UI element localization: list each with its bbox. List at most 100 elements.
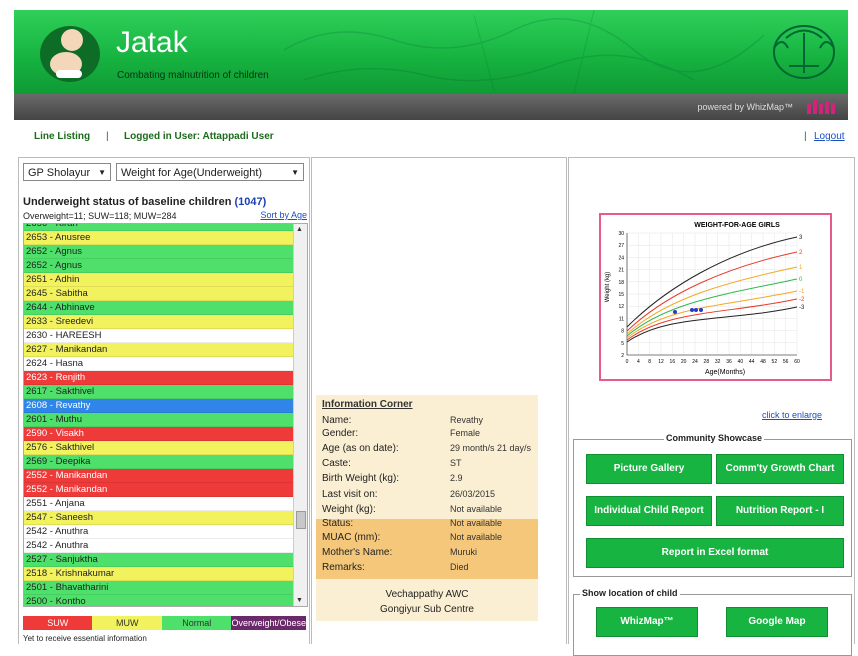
list-item[interactable]: 2651 - Adhin xyxy=(24,273,293,287)
list-item[interactable]: 2527 - Sanjuktha xyxy=(24,553,293,567)
community-growth-chart-button[interactable]: Comm'ty Growth Chart xyxy=(716,454,844,484)
top-nav: Line Listing | Logged in User: Attappadi… xyxy=(14,120,848,152)
list-item[interactable]: 2569 - Deepika xyxy=(24,455,293,469)
info-row: Name: Revathy xyxy=(322,415,536,428)
list-item[interactable]: 2627 - Manikandan xyxy=(24,343,293,357)
enlarge-chart-link[interactable]: click to enlarge xyxy=(762,410,822,420)
location-legend: Show location of child xyxy=(580,588,680,598)
z-score-curve xyxy=(626,290,798,339)
list-item[interactable]: 2623 - Renjith xyxy=(24,371,293,385)
logout-link[interactable]: Logout xyxy=(814,131,845,142)
whizmap-button[interactable]: WhizMap™ xyxy=(596,607,698,637)
list-item[interactable]: 2601 - Muthu xyxy=(24,413,293,427)
list-item[interactable]: 2542 - Anuthra xyxy=(24,525,293,539)
x-tick-label: 44 xyxy=(749,359,755,365)
y-tick-label: 5 xyxy=(621,341,624,347)
list-item[interactable]: 2630 - HAREESH xyxy=(24,329,293,343)
x-tick-label: 56 xyxy=(783,359,789,365)
info-value: Not available xyxy=(450,532,503,542)
list-item[interactable]: 2518 - Krishnakumar xyxy=(24,567,293,581)
list-item[interactable]: 2501 - Bhavatharini xyxy=(24,581,293,595)
indicator-select[interactable]: Weight for Age(Underweight) ▼ xyxy=(116,163,304,181)
excel-report-button[interactable]: Report in Excel format xyxy=(586,538,844,568)
info-key: Age (as on date): xyxy=(322,443,399,454)
list-item[interactable]: 2547 - Saneesh xyxy=(24,511,293,525)
google-map-button[interactable]: Google Map xyxy=(726,607,828,637)
x-tick-label: 28 xyxy=(704,359,710,365)
x-tick-label: 60 xyxy=(794,359,800,365)
legend-item: Overweight/Obese xyxy=(231,616,306,630)
info-key: Weight (kg): xyxy=(322,504,376,515)
sort-by-age-link[interactable]: Sort by Age xyxy=(260,210,307,220)
scroll-up-icon[interactable]: ▲ xyxy=(296,226,303,233)
y-tick-label: 15 xyxy=(618,292,624,298)
list-item[interactable]: 2551 - Anjana xyxy=(24,497,293,511)
y-tick-label: 8 xyxy=(621,329,624,335)
child-list[interactable]: 2656 - Kiran 2653 - Anusree 2652 - Agnus 26… xyxy=(23,223,308,607)
y-tick-label: 12 xyxy=(618,304,624,310)
list-scrollbar[interactable]: ▲ ▼ xyxy=(293,224,307,606)
community-showcase: Community Showcase Picture Gallery Comm'… xyxy=(573,433,852,577)
info-row: Gender: Female xyxy=(322,428,536,441)
x-tick-label: 12 xyxy=(658,359,664,365)
chart-ylabel: Weight (kg) xyxy=(605,272,611,303)
status-title-text: Underweight status of baseline children xyxy=(23,196,235,208)
individual-child-report-button[interactable]: Individual Child Report xyxy=(586,496,712,526)
info-value: 29 month/s 21 day/s xyxy=(450,443,532,453)
growth-chart[interactable]: WEIGHT-FOR-AGE GIRLS Weight (kg) Age(Mon… xyxy=(599,213,832,381)
y-tick-label: 21 xyxy=(618,268,624,274)
scroll-down-icon[interactable]: ▼ xyxy=(296,597,303,604)
baby-logo-icon xyxy=(40,26,100,82)
info-key: Remarks: xyxy=(322,562,365,573)
x-tick-label: 40 xyxy=(738,359,744,365)
z-score-curve xyxy=(626,266,798,335)
list-item[interactable]: 2576 - Sakthivel xyxy=(24,441,293,455)
info-key: Birth Weight (kg): xyxy=(322,473,400,484)
list-item[interactable]: 2552 - Manikandan xyxy=(24,469,293,483)
y-tick-label: 18 xyxy=(618,280,624,286)
subcentre-name: Gongiyur Sub Centre xyxy=(380,604,474,615)
z-score-label: -2 xyxy=(799,297,805,303)
list-item[interactable]: 2645 - Sabitha xyxy=(24,287,293,301)
info-row: Weight (kg): Not available xyxy=(322,504,536,517)
nutrition-report-button[interactable]: Nutrition Report - I xyxy=(716,496,844,526)
list-item[interactable]: 2644 - Abhinave xyxy=(24,301,293,315)
awc-name: Vechappathy AWC xyxy=(385,589,469,600)
list-item[interactable]: 2653 - Anusree xyxy=(24,231,293,245)
chevron-down-icon: ▼ xyxy=(98,168,106,177)
list-item[interactable]: 2633 - Sreedevi xyxy=(24,315,293,329)
y-tick-label: 11 xyxy=(619,316,624,322)
info-row: Birth Weight (kg): 2.9 xyxy=(322,473,536,486)
line-listing-link[interactable]: Line Listing xyxy=(34,131,90,142)
growth-chart-svg: WEIGHT-FOR-AGE GIRLS Weight (kg) Age(Mon… xyxy=(605,222,805,376)
list-item[interactable]: 2617 - Sakthivel xyxy=(24,385,293,399)
x-tick-label: 48 xyxy=(760,359,766,365)
chevron-down-icon: ▼ xyxy=(291,168,299,177)
z-score-label: -1 xyxy=(799,289,805,295)
y-tick-label: 27 xyxy=(618,243,624,249)
list-item[interactable]: 2590 - Visakh xyxy=(24,427,293,441)
list-item[interactable]: 2542 - Anuthra xyxy=(24,539,293,553)
z-score-curve xyxy=(626,278,798,337)
scrollbar-thumb[interactable] xyxy=(296,511,306,529)
picture-gallery-button[interactable]: Picture Gallery xyxy=(586,454,712,484)
list-item[interactable]: 2552 - Manikandan xyxy=(24,483,293,497)
list-item[interactable]: 2624 - Hasna xyxy=(24,357,293,371)
info-key: Caste: xyxy=(322,458,351,469)
list-item[interactable]: 2608 - Revathy xyxy=(24,399,293,413)
whizmap-logo-icon xyxy=(807,100,835,114)
info-title: Information Corner xyxy=(322,399,413,410)
list-item[interactable]: 2500 - Kontho xyxy=(24,595,293,606)
list-item[interactable]: 2652 - Agnus xyxy=(24,259,293,273)
child-list-rows: 2656 - Kiran 2653 - Anusree 2652 - Agnus 26… xyxy=(24,224,293,606)
info-value: Not available xyxy=(450,504,503,514)
z-score-label: 1 xyxy=(799,265,803,271)
list-item[interactable]: 2656 - Kiran xyxy=(24,224,293,231)
information-corner: Information Corner Name: Revathy Gender: Fe… xyxy=(316,395,538,621)
child-location: Show location of child WhizMap™ Google M… xyxy=(573,588,852,656)
logged-in-user: Logged in User: Attappadi User xyxy=(124,131,274,142)
panchayat-select[interactable]: GP Sholayur ▼ xyxy=(23,163,111,181)
info-value: Muruki xyxy=(450,547,478,557)
x-tick-label: 52 xyxy=(772,359,778,365)
list-item[interactable]: 2652 - Agnus xyxy=(24,245,293,259)
